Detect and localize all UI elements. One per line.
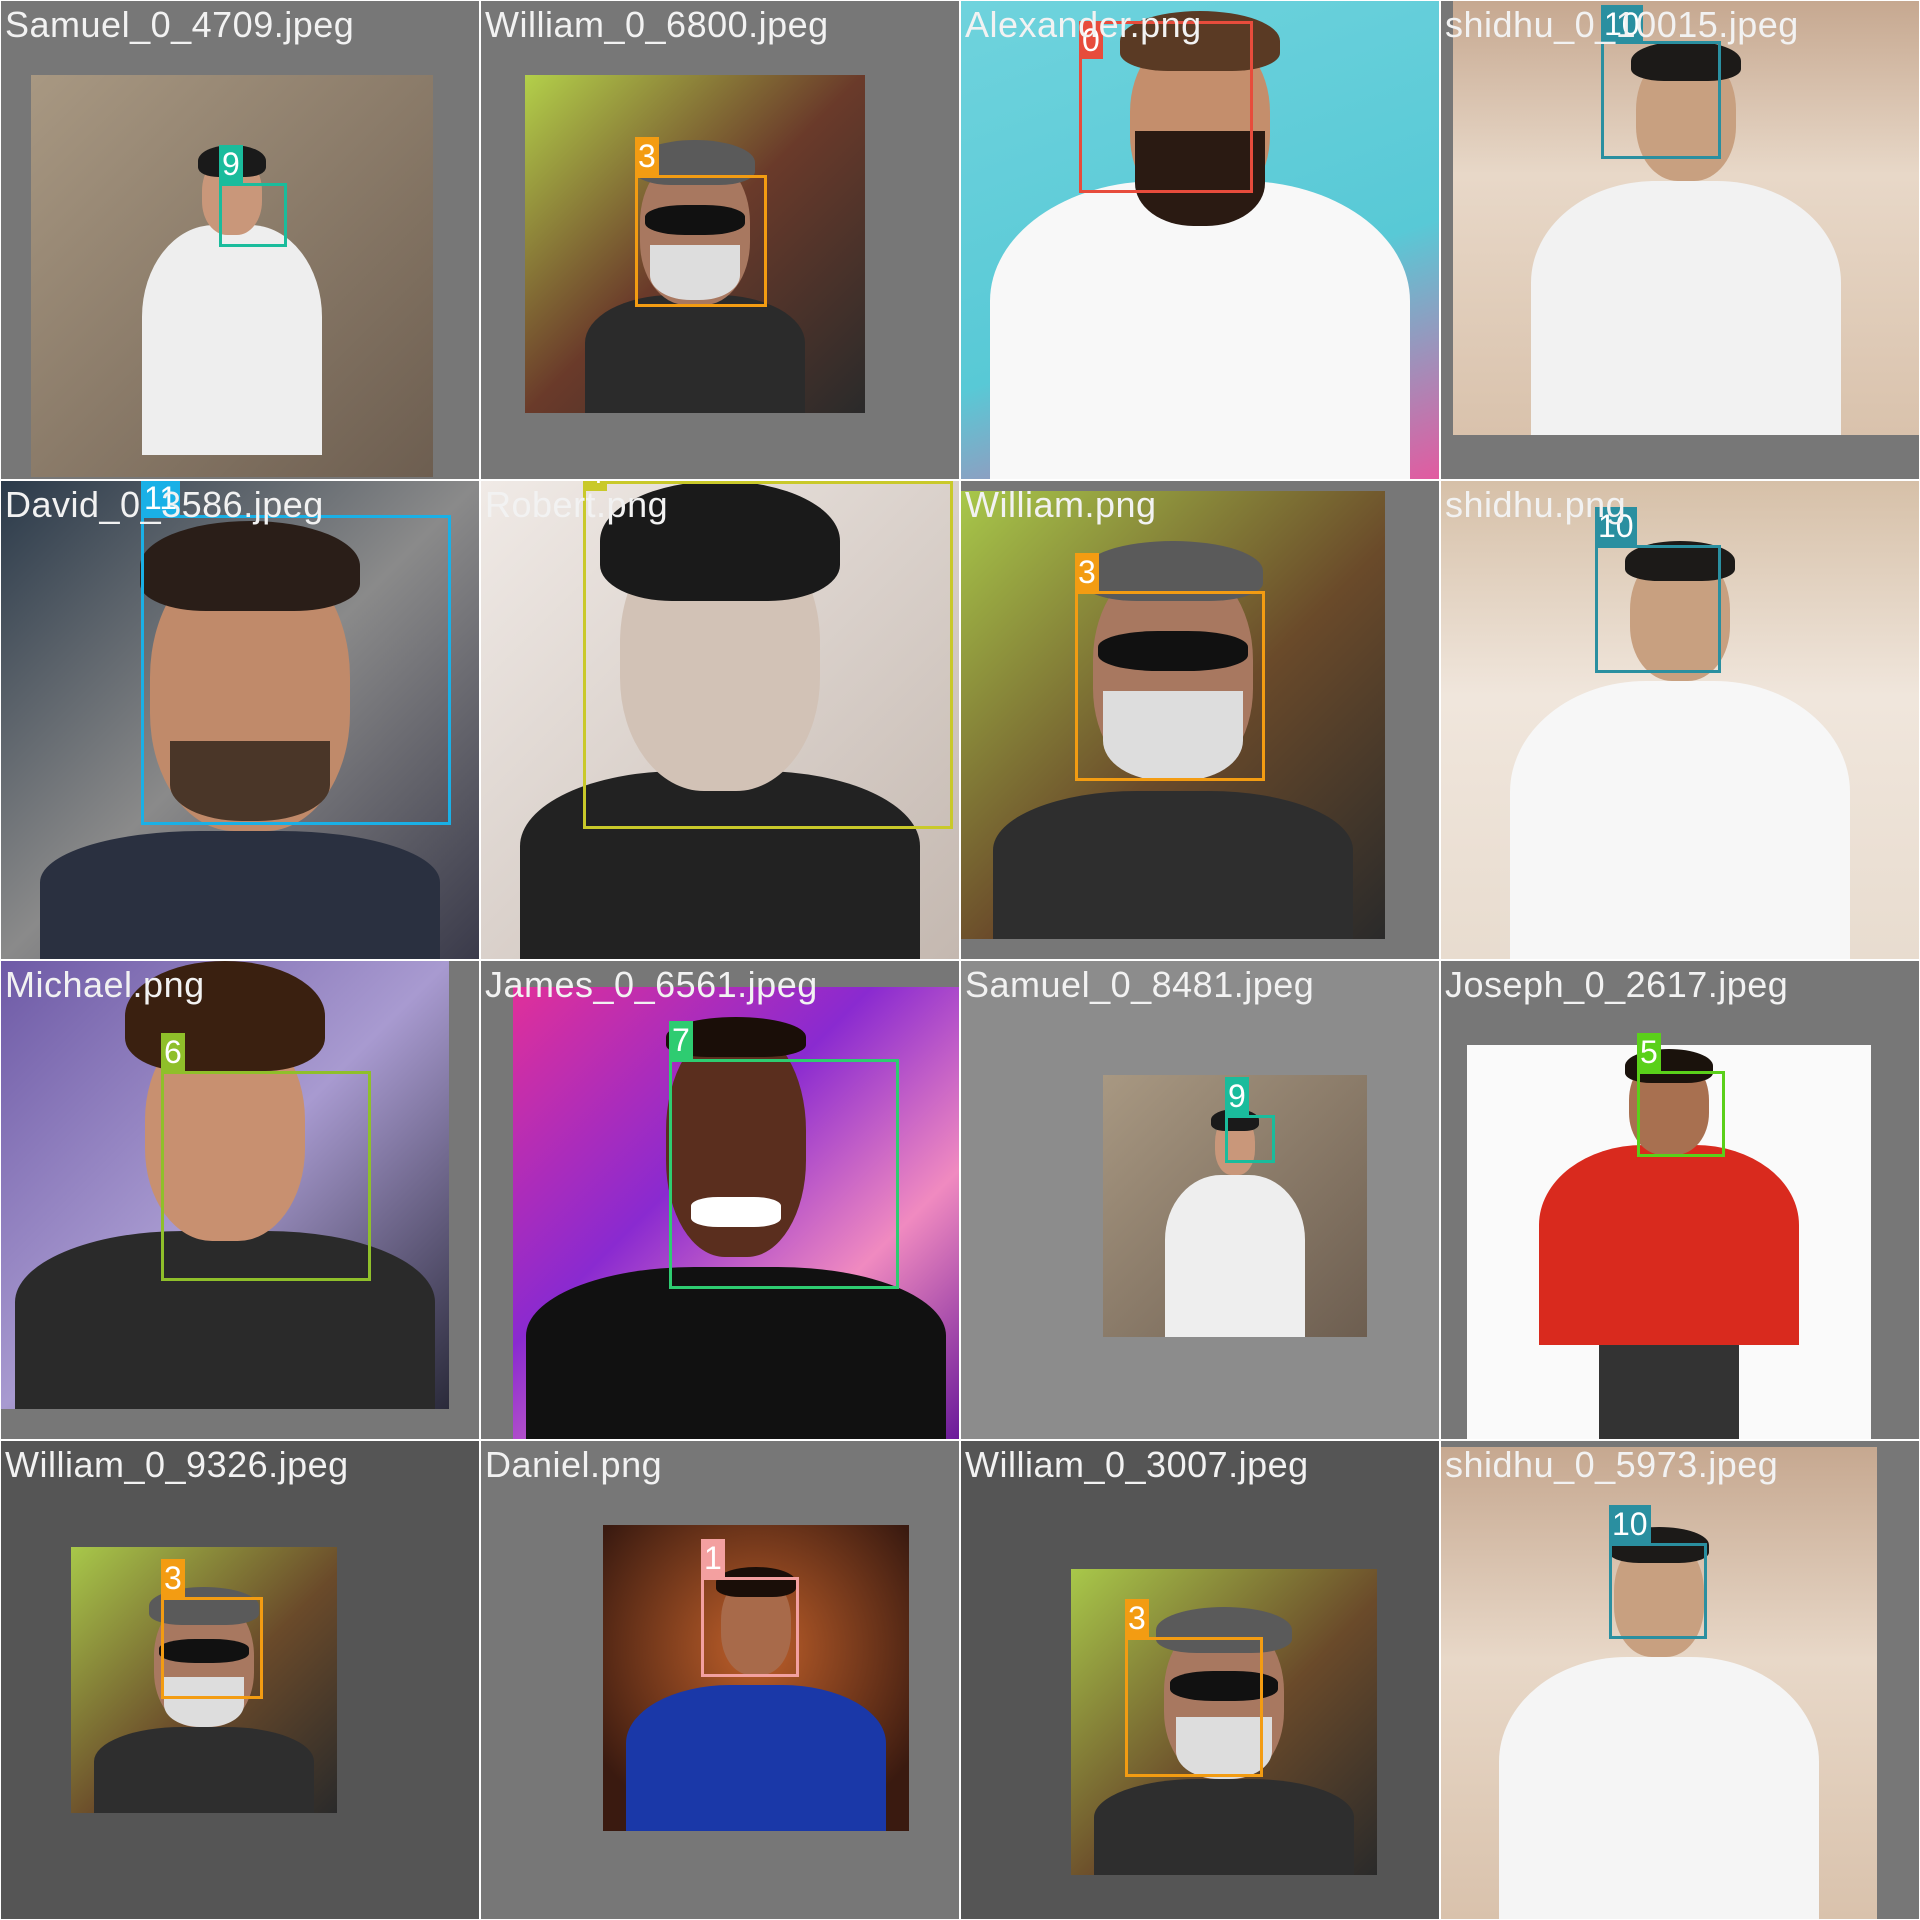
tile-samuel-0-8481[interactable]: 9 Samuel_0_8481.jpeg: [961, 961, 1439, 1439]
filename-label: William_0_9326.jpeg: [5, 1444, 349, 1485]
tile-david-0-3586[interactable]: 11 David_0_3586.jpeg: [1, 481, 479, 959]
photo: [603, 1525, 909, 1831]
detection-mosaic: 9 Samuel_0_4709.jpeg 3 William_0_6800.jp…: [0, 0, 1920, 1920]
tile-shidhu-0-5973[interactable]: 10 shidhu_0_5973.jpeg: [1441, 1441, 1919, 1919]
tile-shidhu[interactable]: 10 shidhu.png: [1441, 481, 1919, 959]
bounding-box: [161, 1071, 371, 1281]
class-label: 1: [701, 1539, 725, 1577]
bounding-box: [701, 1577, 799, 1677]
bounding-box: [669, 1059, 899, 1289]
tile-william-0-9326[interactable]: 3 William_0_9326.jpeg: [1, 1441, 479, 1919]
class-label: 10: [1609, 1505, 1651, 1543]
filename-label: William_0_3007.jpeg: [965, 1444, 1309, 1485]
bounding-box: [1075, 591, 1265, 781]
filename-label: James_0_6561.jpeg: [485, 964, 818, 1005]
filename-label: shidhu_0_5973.jpeg: [1445, 1444, 1779, 1485]
bounding-box: [1125, 1637, 1263, 1777]
class-label: 3: [161, 1559, 185, 1597]
class-label: 5: [1637, 1033, 1661, 1071]
tile-alexander[interactable]: 0 Alexander.png: [961, 1, 1439, 479]
tile-william-0-3007[interactable]: 3 William_0_3007.jpeg: [961, 1441, 1439, 1919]
class-label: 7: [669, 1021, 693, 1059]
filename-label: Alexander.png: [965, 4, 1202, 45]
filename-label: Samuel_0_8481.jpeg: [965, 964, 1315, 1005]
filename-label: shidhu_0_10015.jpeg: [1445, 4, 1799, 45]
tile-william[interactable]: 3 William.png: [961, 481, 1439, 959]
class-label: 3: [1125, 1599, 1149, 1637]
tile-shidhu-0-10015[interactable]: 10 shidhu_0_10015.jpeg: [1441, 1, 1919, 479]
class-label: 9: [219, 145, 243, 183]
filename-label: David_0_3586.jpeg: [5, 484, 324, 525]
filename-label: Daniel.png: [485, 1444, 663, 1485]
class-label: 3: [635, 137, 659, 175]
class-label: 6: [161, 1033, 185, 1071]
tile-joseph-0-2617[interactable]: 5 Joseph_0_2617.jpeg: [1441, 961, 1919, 1439]
tile-robert[interactable]: 4 Robert.png: [481, 481, 959, 959]
photo: [1441, 1447, 1877, 1919]
bounding-box: [1637, 1071, 1725, 1157]
filename-label: Samuel_0_4709.jpeg: [5, 4, 355, 45]
bounding-box: [635, 175, 767, 307]
filename-label: Michael.png: [5, 964, 205, 1005]
filename-label: Robert.png: [485, 484, 669, 525]
tile-samuel-0-4709[interactable]: 9 Samuel_0_4709.jpeg: [1, 1, 479, 479]
class-label: 9: [1225, 1077, 1249, 1115]
bounding-box: [141, 515, 451, 825]
bounding-box: [1595, 545, 1721, 673]
tile-william-0-6800[interactable]: 3 William_0_6800.jpeg: [481, 1, 959, 479]
bounding-box: [1225, 1115, 1275, 1163]
tile-james-0-6561[interactable]: 7 James_0_6561.jpeg: [481, 961, 959, 1439]
bounding-box: [583, 481, 953, 829]
class-label: 3: [1075, 553, 1099, 591]
bounding-box: [161, 1597, 263, 1699]
bounding-box: [219, 183, 287, 247]
filename-label: shidhu.png: [1445, 484, 1627, 525]
tile-michael[interactable]: 6 Michael.png: [1, 961, 479, 1439]
tile-daniel[interactable]: 1 Daniel.png: [481, 1441, 959, 1919]
filename-label: William.png: [965, 484, 1157, 525]
filename-label: William_0_6800.jpeg: [485, 4, 829, 45]
bounding-box: [1079, 21, 1253, 193]
photo: [31, 75, 433, 477]
filename-label: Joseph_0_2617.jpeg: [1445, 964, 1789, 1005]
bounding-box: [1609, 1543, 1707, 1639]
bounding-box: [1601, 41, 1721, 159]
